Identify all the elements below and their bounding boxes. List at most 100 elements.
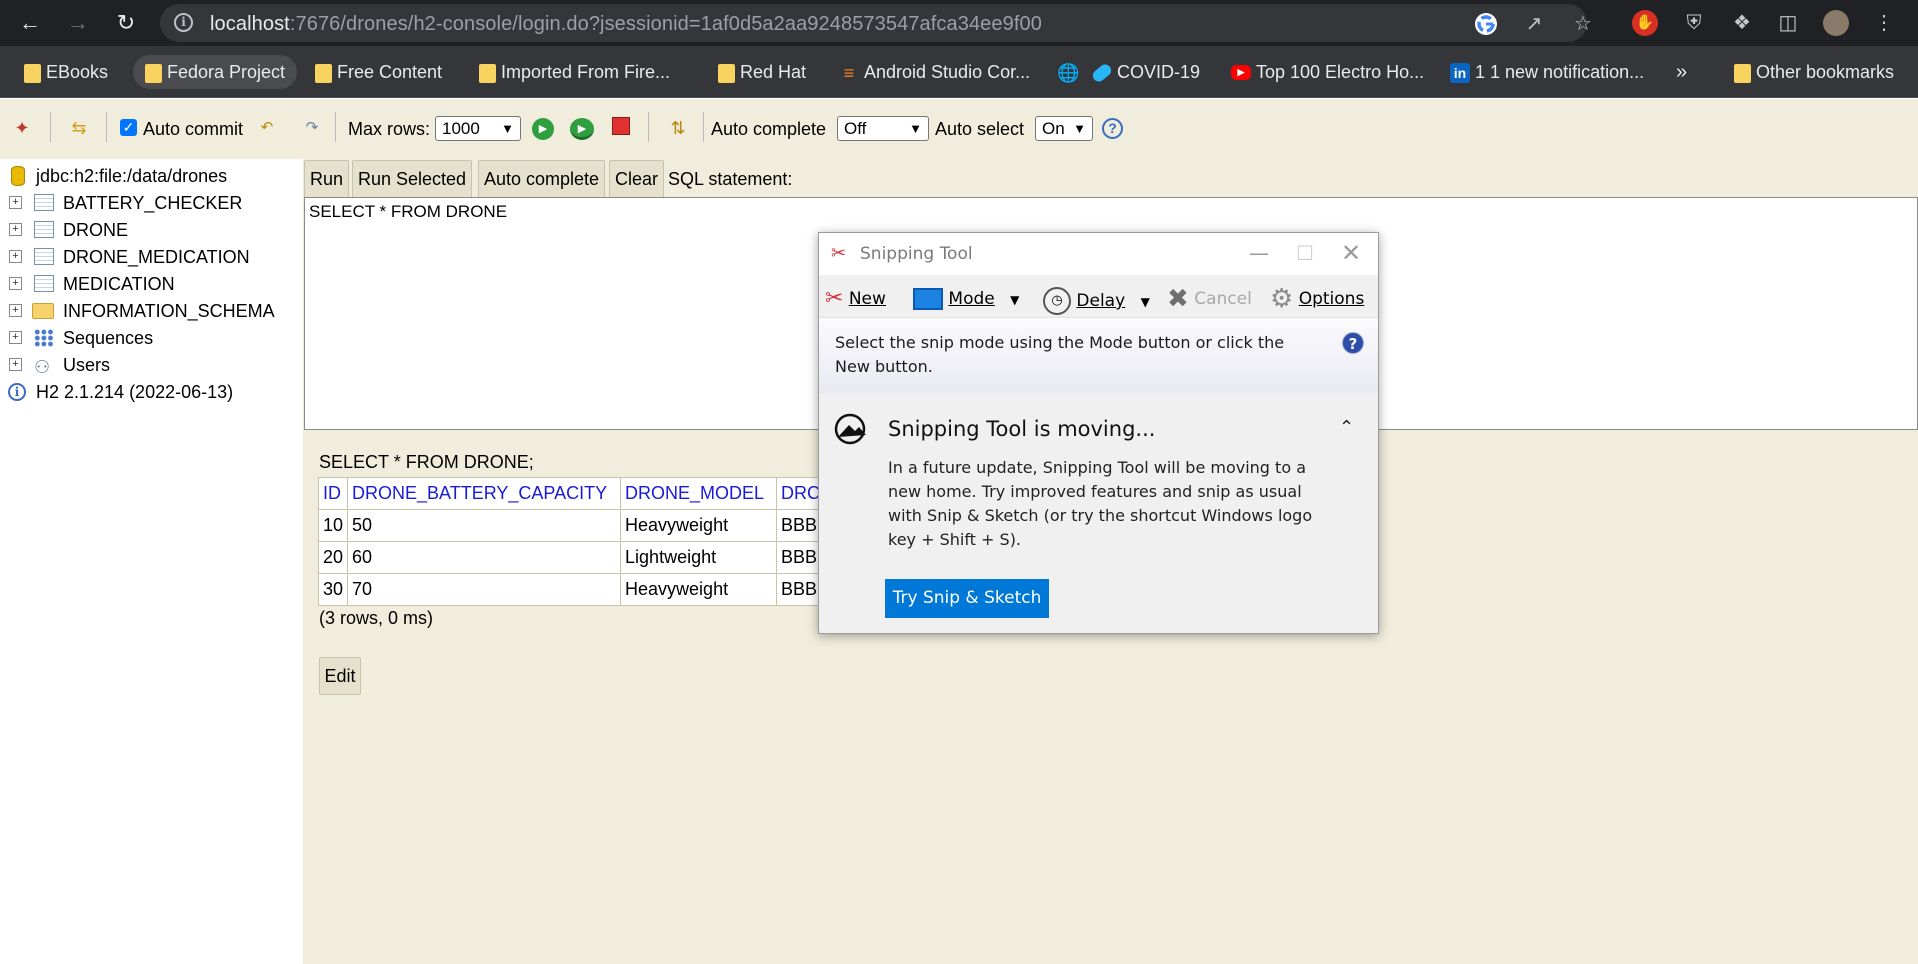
auto-select-label: Auto select <box>935 119 1025 139</box>
expand-icon[interactable]: + <box>9 277 22 290</box>
scissors-icon: ✂ <box>831 243 847 264</box>
auto-complete-select[interactable]: Off ▼ <box>837 116 929 141</box>
url-text[interactable]: localhost:7676/drones/h2-console/login.d… <box>210 13 1042 36</box>
auto-commit-checkbox[interactable]: ✓ <box>120 119 137 136</box>
new-snip-button[interactable]: ✂ New <box>825 287 886 311</box>
info-icon: i <box>8 383 26 401</box>
side-panel-icon[interactable]: ◫ <box>1775 10 1801 36</box>
folder-icon <box>32 303 54 319</box>
table-cell: Lightweight <box>620 541 778 574</box>
help-icon[interactable]: ? <box>1102 118 1123 139</box>
schema-label: INFORMATION_SCHEMA <box>63 301 275 321</box>
adblock-extension-icon[interactable]: ✋ <box>1632 10 1658 36</box>
help-icon[interactable]: ? <box>1342 332 1364 354</box>
schema-tree: jdbc:h2:file:/data/drones + BATTERY_CHECK… <box>0 159 303 964</box>
snipping-tool-toolbar: ✂ New Mode ▼ ◷ Delay ▼ ✖ Cancel ⚙ Option… <box>819 275 1378 317</box>
site-info-icon[interactable]: i <box>174 13 193 32</box>
commit-icon[interactable]: ↷ <box>300 116 324 140</box>
expand-icon[interactable]: + <box>9 358 22 371</box>
other-bookmarks[interactable]: Other bookmarks <box>1722 55 1894 89</box>
bookmark-item[interactable]: Fedora Project <box>133 55 298 89</box>
browser-toolbar: ← → ↻ i localhost:7676/drones/h2-console… <box>0 0 1918 46</box>
edit-button[interactable]: Edit <box>319 657 361 695</box>
refresh-icon[interactable]: ⇆ <box>67 116 91 140</box>
connection-label: jdbc:h2:file:/data/drones <box>36 166 228 186</box>
folder-icon <box>1734 64 1751 83</box>
run-icon[interactable]: ▶ <box>532 118 554 140</box>
column-header[interactable]: DRONE_MODEL <box>620 477 778 510</box>
share-icon[interactable]: ↗ <box>1522 12 1546 36</box>
profile-avatar[interactable] <box>1823 10 1849 36</box>
table-cell: 50 <box>347 509 622 542</box>
run-selected-button[interactable]: Run Selected <box>352 160 473 198</box>
sql-statement-label: SQL statement: <box>668 169 793 189</box>
table-label: BATTERY_CHECKER <box>63 193 243 213</box>
max-rows-select[interactable]: 1000 ▼ <box>435 116 521 141</box>
bookmark-item[interactable]: Red Hat <box>706 55 806 89</box>
bookmark-item[interactable]: Imported From Fire... <box>467 55 670 89</box>
result-table: ID DRONE_BATTERY_CAPACITY DRONE_MODEL DR… <box>317 477 826 606</box>
auto-select-select[interactable]: On ▼ <box>1035 116 1093 141</box>
column-header[interactable]: DRONE_BATTERY_CAPACITY <box>347 477 622 510</box>
forward-arrow-icon[interactable]: → <box>63 8 93 38</box>
extensions-puzzle-icon[interactable]: ❖ <box>1729 10 1755 36</box>
expand-icon[interactable]: + <box>9 223 22 236</box>
back-arrow-icon[interactable]: ← <box>15 8 45 38</box>
minimize-icon[interactable]: — <box>1239 238 1279 268</box>
table-icon <box>34 248 54 265</box>
database-icon <box>11 166 25 186</box>
options-button[interactable]: ⚙ Options <box>1270 286 1364 312</box>
collapse-chevron-icon[interactable]: ⌃ <box>1339 417 1354 438</box>
address-bar[interactable]: i localhost:7676/drones/h2-console/login… <box>160 4 1592 42</box>
run-button[interactable]: Run <box>304 160 350 198</box>
cancel-label: Cancel <box>1194 289 1252 309</box>
bookmark-label: Free Content <box>337 62 443 82</box>
expand-icon[interactable]: + <box>9 250 22 263</box>
reload-icon[interactable]: ↻ <box>111 8 141 38</box>
close-icon[interactable]: ✕ <box>1331 238 1371 268</box>
bookmark-item[interactable]: ▶ Top 100 Electro Ho... <box>1222 55 1424 89</box>
mode-button[interactable]: Mode ▼ <box>913 287 1019 311</box>
bookmark-item[interactable]: 🌐 <box>1057 55 1080 89</box>
globe-icon: 🌐 <box>1057 63 1080 83</box>
auto-complete-button[interactable]: Auto complete <box>478 160 606 198</box>
more-bookmarks-button[interactable]: » <box>1676 55 1687 89</box>
snipping-tool-titlebar[interactable]: ✂ Snipping Tool — ☐ ✕ <box>819 233 1378 275</box>
run-selected-icon[interactable]: ▶ <box>570 118 594 140</box>
result-query: SELECT * FROM DRONE; <box>319 452 534 472</box>
h2-toolbar: ✦ ⇆ ✓ Auto commit ↶ ↷ Max rows: 1000 ▼ ▶ … <box>0 99 1918 159</box>
expand-icon[interactable]: + <box>9 304 22 317</box>
bookmark-item[interactable]: COVID-19 <box>1083 55 1200 89</box>
try-snip-sketch-button[interactable]: Try Snip & Sketch <box>885 579 1049 618</box>
column-header[interactable]: ID <box>317 477 349 510</box>
max-rows-value: 1000 <box>442 119 480 138</box>
bookmark-item[interactable]: in 1 1 new notification... <box>1441 55 1644 89</box>
history-icon[interactable]: ⇅ <box>666 116 690 140</box>
bookmark-label: Imported From Fire... <box>501 62 671 82</box>
folder-icon <box>145 64 162 83</box>
chevron-down-icon[interactable]: ▼ <box>1141 295 1150 309</box>
bookmark-star-icon[interactable]: ☆ <box>1571 12 1595 36</box>
clear-button[interactable]: Clear <box>609 160 665 198</box>
delay-button[interactable]: ◷ Delay ▼ <box>1043 287 1150 315</box>
table-row: 10 50 Heavyweight BBB <box>317 509 826 542</box>
auto-commit-label: Auto commit <box>143 119 244 139</box>
chevron-down-icon[interactable]: ▼ <box>1010 293 1019 307</box>
bookmark-item[interactable]: EBooks <box>12 55 108 89</box>
chrome-menu-icon[interactable]: ⋮ <box>1871 10 1897 36</box>
table-label: DRONE_MEDICATION <box>63 247 250 267</box>
stop-icon[interactable] <box>612 117 630 135</box>
cancel-button: ✖ Cancel <box>1167 286 1252 312</box>
mode-rectangle-icon <box>913 288 943 310</box>
bookmark-label: COVID-19 <box>1117 62 1201 82</box>
expand-icon[interactable]: + <box>9 331 22 344</box>
expand-icon[interactable]: + <box>9 196 22 209</box>
rollback-icon[interactable]: ↶ <box>255 116 279 140</box>
version-label: H2 2.1.214 (2022-06-13) <box>36 382 234 402</box>
table-header-row: ID DRONE_BATTERY_CAPACITY DRONE_MODEL DR… <box>317 477 826 510</box>
google-icon[interactable] <box>1475 13 1497 35</box>
shield-extension-icon[interactable]: ⛨ <box>1681 10 1707 36</box>
disconnect-icon[interactable]: ✦ <box>10 116 34 140</box>
bookmark-item[interactable]: Free Content <box>303 55 442 89</box>
bookmark-item[interactable]: ≡ Android Studio Cor... <box>830 55 1030 89</box>
